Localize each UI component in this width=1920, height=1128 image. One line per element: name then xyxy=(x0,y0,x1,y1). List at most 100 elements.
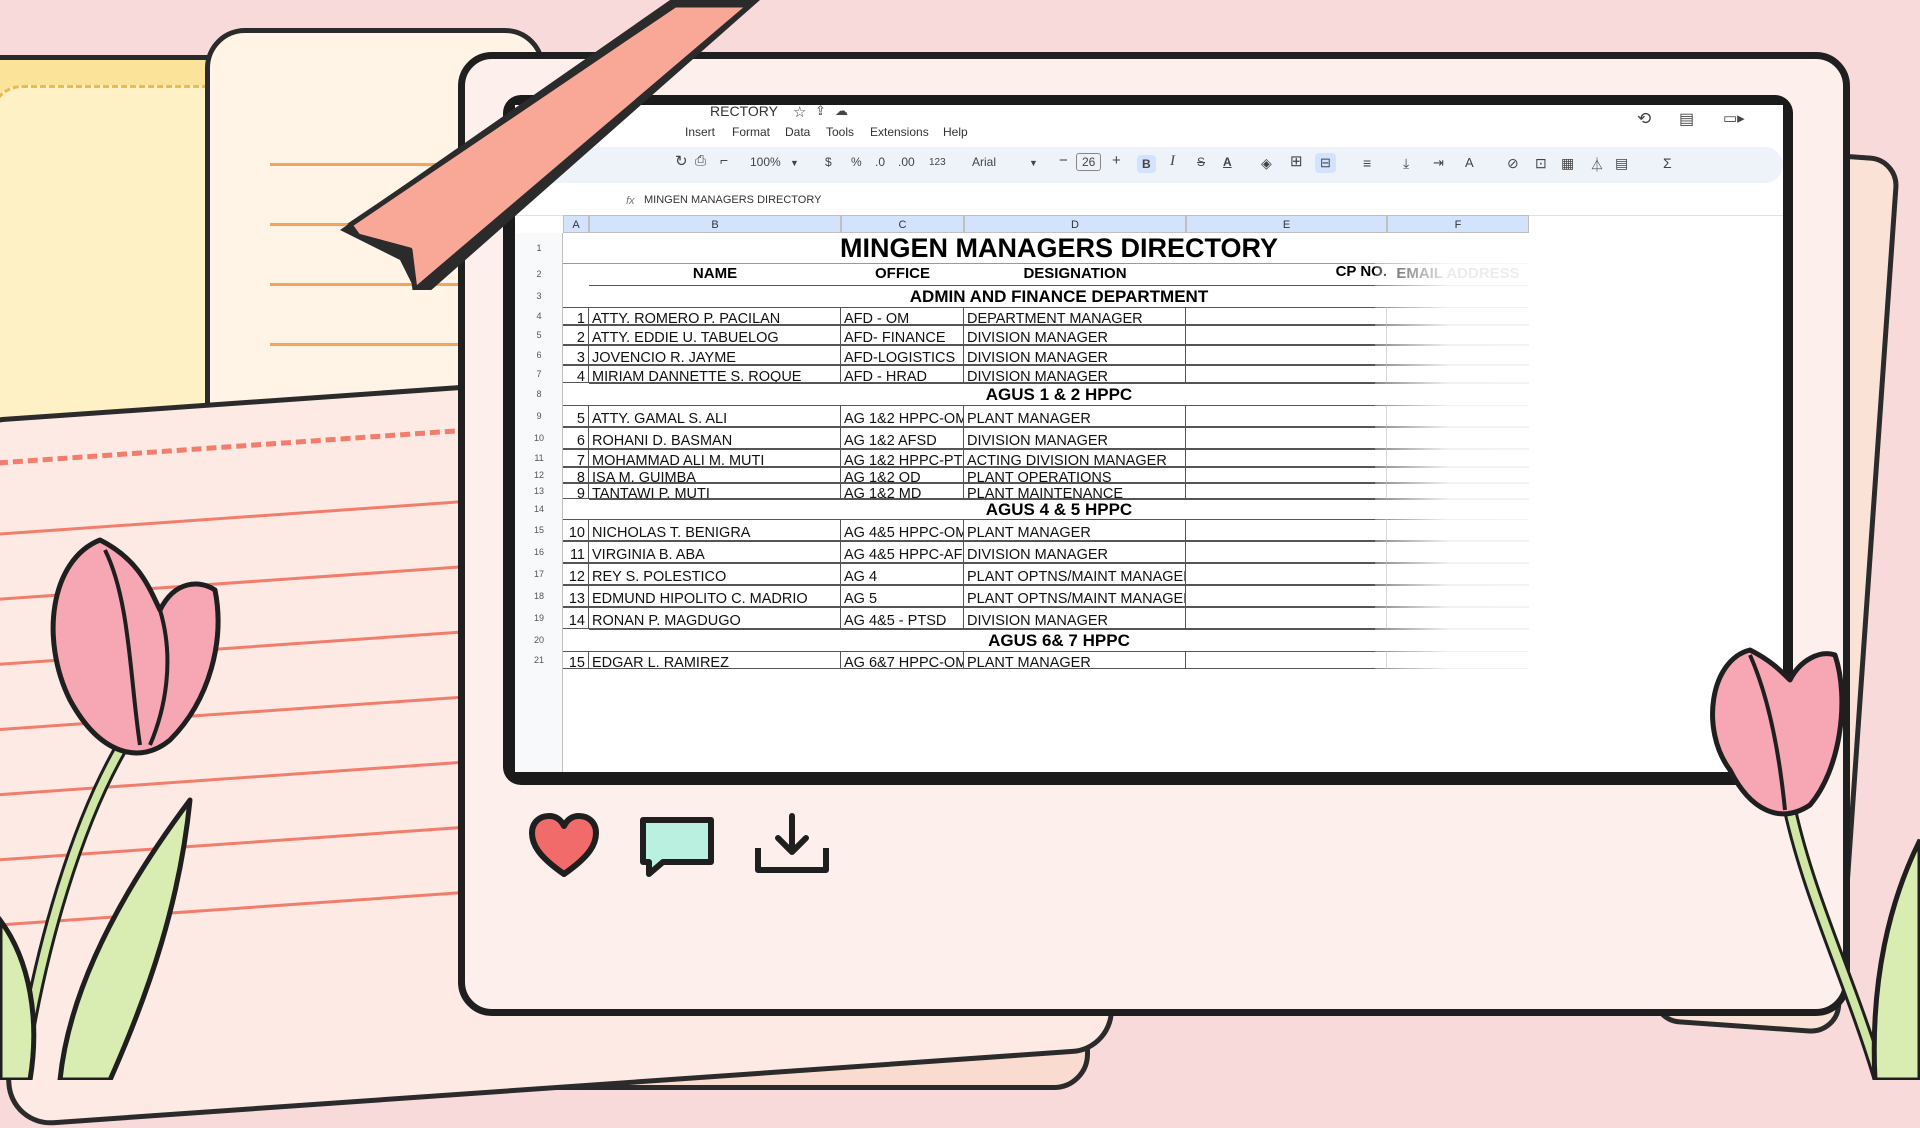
decrease-decimal-button[interactable]: .0 xyxy=(875,155,885,169)
cell-office[interactable]: AG 1&2 AFSD xyxy=(841,427,964,449)
row-number[interactable]: 11 xyxy=(515,449,563,467)
menu-help[interactable]: Help xyxy=(943,125,968,139)
cell-office[interactable]: AG 4 xyxy=(841,563,964,585)
menu-extensions[interactable]: Extensions xyxy=(870,125,929,139)
cell-office[interactable]: AG 6&7 HPPC-OM xyxy=(841,651,964,669)
cell-designation[interactable]: DIVISION MANAGER xyxy=(964,427,1186,449)
row-number[interactable]: 18 xyxy=(515,585,563,607)
history-icon[interactable]: ⟲ xyxy=(1637,109,1651,129)
minus-icon[interactable]: − xyxy=(1059,152,1068,169)
cell-designation[interactable]: DIVISION MANAGER xyxy=(964,607,1186,629)
row-number[interactable]: 9 xyxy=(515,405,563,427)
cell-designation[interactable]: DIVISION MANAGER xyxy=(964,325,1186,345)
row-number[interactable]: 12 xyxy=(515,467,563,483)
cell-office[interactable]: AG 1&2 MD xyxy=(841,483,964,499)
comment-icon[interactable] xyxy=(637,814,717,880)
cell-office[interactable]: AFD-LOGISTICS xyxy=(841,345,964,365)
link-icon[interactable]: ⊘ xyxy=(1507,155,1519,172)
filter-views-icon[interactable]: ▤ xyxy=(1615,155,1628,172)
merge-cells-icon[interactable]: ⊟ xyxy=(1315,153,1336,173)
row-number[interactable]: 8 xyxy=(515,383,563,405)
row-number[interactable]: 13 xyxy=(515,483,563,499)
more-formats-button[interactable]: 123 xyxy=(929,157,946,168)
bold-button[interactable]: B xyxy=(1137,155,1156,173)
cell-name[interactable]: ATTY. GAMAL S. ALI xyxy=(589,405,841,427)
cell-designation[interactable]: PLANT OPERATIONS xyxy=(964,467,1186,483)
cell-cp-no[interactable] xyxy=(1186,405,1387,427)
cell-office[interactable]: AFD - HRAD xyxy=(841,365,964,383)
cell-cp-no[interactable] xyxy=(1186,651,1387,669)
functions-icon[interactable]: Σ xyxy=(1663,155,1672,171)
row-number[interactable]: 5 xyxy=(515,325,563,345)
comment-add-icon[interactable]: ⊡ xyxy=(1535,155,1547,172)
cell-cp-no[interactable] xyxy=(1186,541,1387,563)
italic-button[interactable]: I xyxy=(1170,153,1175,170)
cell-name[interactable]: ROHANI D. BASMAN xyxy=(589,427,841,449)
text-color-button[interactable]: A xyxy=(1223,155,1232,169)
row-number[interactable]: 17 xyxy=(515,563,563,585)
font-size-input[interactable]: 26 xyxy=(1076,153,1102,171)
row-number[interactable]: 20 xyxy=(515,629,563,651)
cell-designation[interactable]: PLANT MANAGER xyxy=(964,651,1186,669)
row-number[interactable]: 19 xyxy=(515,607,563,629)
cell-office[interactable]: AG 5 xyxy=(841,585,964,607)
cell-cp-no[interactable] xyxy=(1186,449,1387,467)
cell-cp-no[interactable] xyxy=(1186,483,1387,499)
cell-name[interactable]: ISA M. GUIMBA xyxy=(589,467,841,483)
fill-color-icon[interactable]: ◈ xyxy=(1261,155,1272,172)
row-number[interactable]: 15 xyxy=(515,519,563,541)
cell-name[interactable]: TANTAWI P. MUTI xyxy=(589,483,841,499)
cell-designation[interactable]: DIVISION MANAGER xyxy=(964,365,1186,383)
cell-name[interactable]: REY S. POLESTICO xyxy=(589,563,841,585)
row-number[interactable]: 7 xyxy=(515,365,563,383)
cell-cp-no[interactable] xyxy=(1186,427,1387,449)
cell-office[interactable]: AG 4&5 HPPC-OM xyxy=(841,519,964,541)
cell-name[interactable]: RONAN P. MAGDUGO xyxy=(589,607,841,629)
plus-icon[interactable]: + xyxy=(1112,152,1121,169)
heart-icon[interactable] xyxy=(528,812,600,878)
cell-name[interactable]: EDGAR L. RAMIREZ xyxy=(589,651,841,669)
cell-name[interactable]: ATTY. EDDIE U. TABUELOG xyxy=(589,325,841,345)
cell-designation[interactable]: PLANT MANAGER xyxy=(964,519,1186,541)
cell-office[interactable]: AG 4&5 HPPC-AFSD xyxy=(841,541,964,563)
cell-designation[interactable]: DEPARTMENT MANAGER xyxy=(964,307,1186,325)
cell-cp-no[interactable] xyxy=(1186,307,1387,325)
align-icon[interactable]: ≡ xyxy=(1363,155,1371,171)
cell-office[interactable]: AG 4&5 - PTSD xyxy=(841,607,964,629)
cell-cp-no[interactable] xyxy=(1186,607,1387,629)
row-number[interactable]: 10 xyxy=(515,427,563,449)
cell-office[interactable]: AG 1&2 OD xyxy=(841,467,964,483)
cell-name[interactable]: JOVENCIO R. JAYME xyxy=(589,345,841,365)
row-number[interactable]: 21 xyxy=(515,651,563,669)
borders-icon[interactable]: ⊞ xyxy=(1290,152,1303,170)
cell-office[interactable]: AFD- FINANCE xyxy=(841,325,964,345)
cell-cp-no[interactable] xyxy=(1186,365,1387,383)
cell-name[interactable]: ATTY. ROMERO P. PACILAN xyxy=(589,307,841,325)
increase-decimal-button[interactable]: .00 xyxy=(898,155,915,169)
cell-cp-no[interactable] xyxy=(1186,563,1387,585)
wrap-icon[interactable]: ⇥ xyxy=(1433,155,1444,171)
column-header-d[interactable]: D xyxy=(964,215,1186,233)
cell-office[interactable]: AG 1&2 HPPC-PTS xyxy=(841,449,964,467)
download-icon[interactable] xyxy=(752,812,832,878)
cell-cp-no[interactable] xyxy=(1186,467,1387,483)
cell-cp-no[interactable] xyxy=(1186,345,1387,365)
meet-icon[interactable]: ▭▸ xyxy=(1723,109,1745,127)
cell-designation[interactable]: PLANT MANAGER xyxy=(964,405,1186,427)
filter-icon[interactable]: ⏃ xyxy=(1590,155,1604,175)
cell-cp-no[interactable] xyxy=(1186,585,1387,607)
rotate-icon[interactable]: A xyxy=(1465,155,1474,170)
cell-cp-no[interactable] xyxy=(1186,519,1387,541)
row-number[interactable]: 6 xyxy=(515,345,563,365)
valign-icon[interactable]: ⤓ xyxy=(1403,155,1409,172)
cell-name[interactable]: VIRGINIA B. ABA xyxy=(589,541,841,563)
cell-name[interactable]: MIRIAM DANNETTE S. ROQUE xyxy=(589,365,841,383)
cell-name[interactable]: EDMUND HIPOLITO C. MADRIO xyxy=(589,585,841,607)
cell-designation[interactable]: PLANT OPTNS/MAINT MANAGER xyxy=(964,563,1186,585)
row-number[interactable]: 14 xyxy=(515,499,563,519)
column-header-e[interactable]: E xyxy=(1186,215,1387,233)
font-select[interactable]: Arial xyxy=(972,155,996,169)
row-number[interactable]: 4 xyxy=(515,307,563,325)
cell-name[interactable]: NICHOLAS T. BENIGRA xyxy=(589,519,841,541)
comments-icon[interactable]: ▤ xyxy=(1679,109,1694,129)
